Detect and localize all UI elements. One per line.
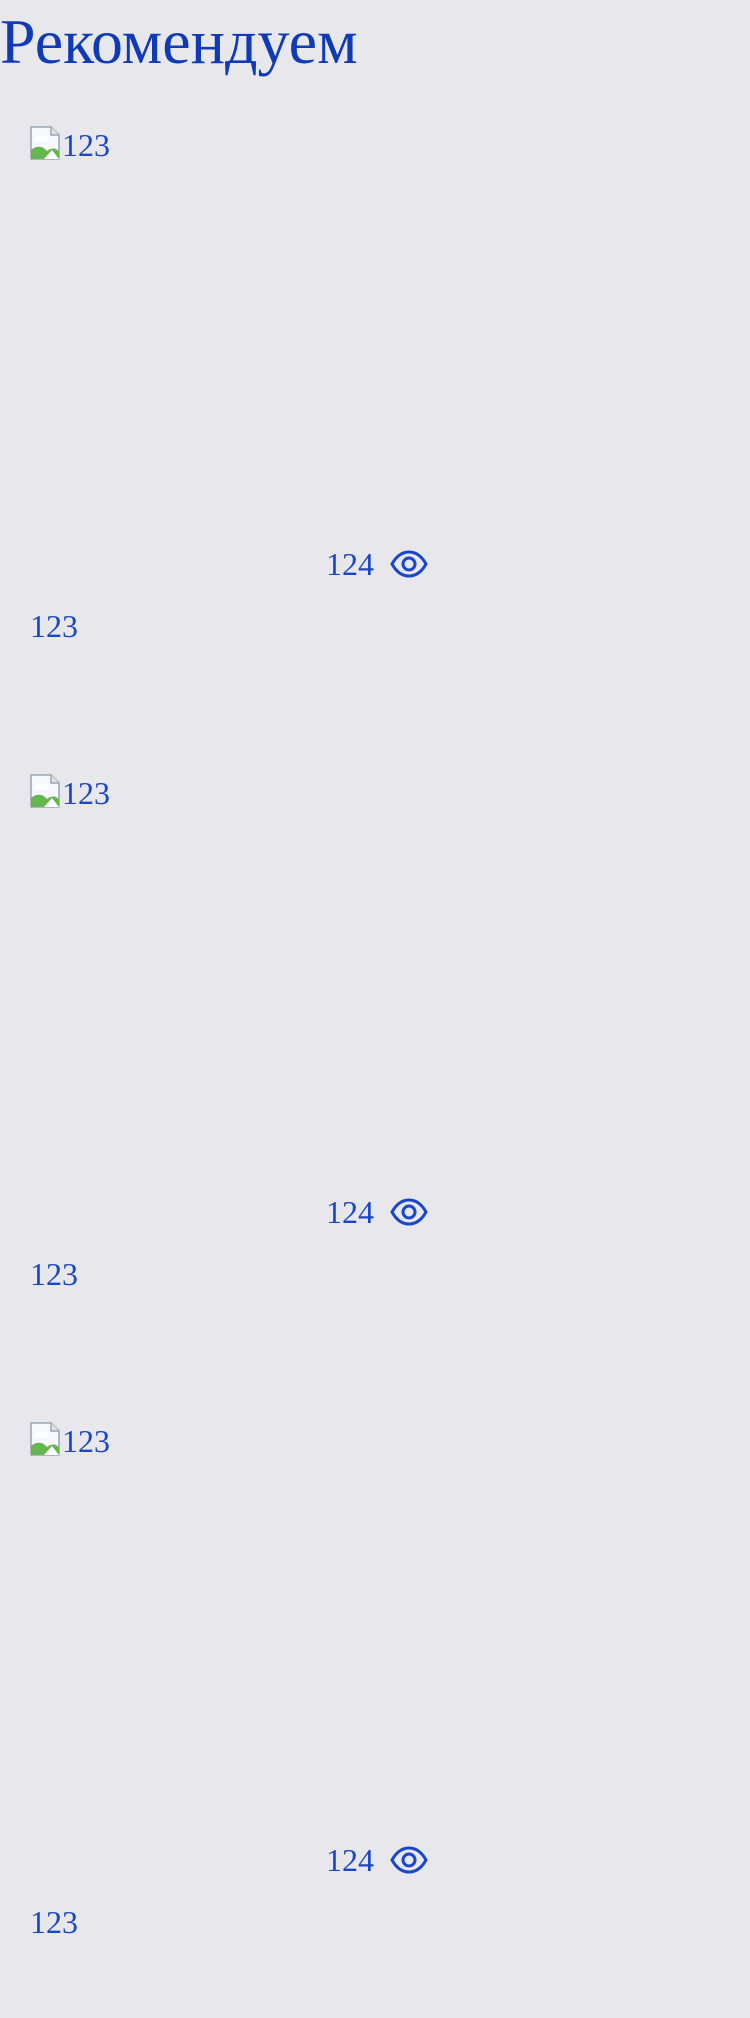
card-views: 124 [326,542,428,586]
broken-image-icon [30,774,60,808]
recommendation-card[interactable]: 123 124 123 [0,1418,750,2018]
recommendation-card[interactable]: 123 124 123 [0,122,750,722]
views-count: 124 [326,1842,374,1878]
card-caption[interactable]: 123 [30,1254,78,1294]
card-views: 124 [326,1190,428,1234]
card-views: 124 [326,1838,428,1882]
card-caption[interactable]: 123 [30,606,78,646]
eye-icon [390,1846,428,1874]
views-count: 124 [326,1194,374,1230]
card-caption[interactable]: 123 [30,1902,78,1942]
section-title: Рекомендуем [0,6,358,77]
card-image-alt-text: 123 [62,127,110,163]
broken-image-icon [30,1422,60,1456]
card-image-alt-text: 123 [62,775,110,811]
recommendation-card[interactable]: 123 124 123 [0,770,750,1370]
card-image[interactable]: 123 [30,126,110,162]
broken-image-icon [30,126,60,160]
card-image[interactable]: 123 [30,1422,110,1458]
card-image-alt-text: 123 [62,1423,110,1459]
eye-icon [390,550,428,578]
card-image[interactable]: 123 [30,774,110,810]
views-count: 124 [326,546,374,582]
eye-icon [390,1198,428,1226]
